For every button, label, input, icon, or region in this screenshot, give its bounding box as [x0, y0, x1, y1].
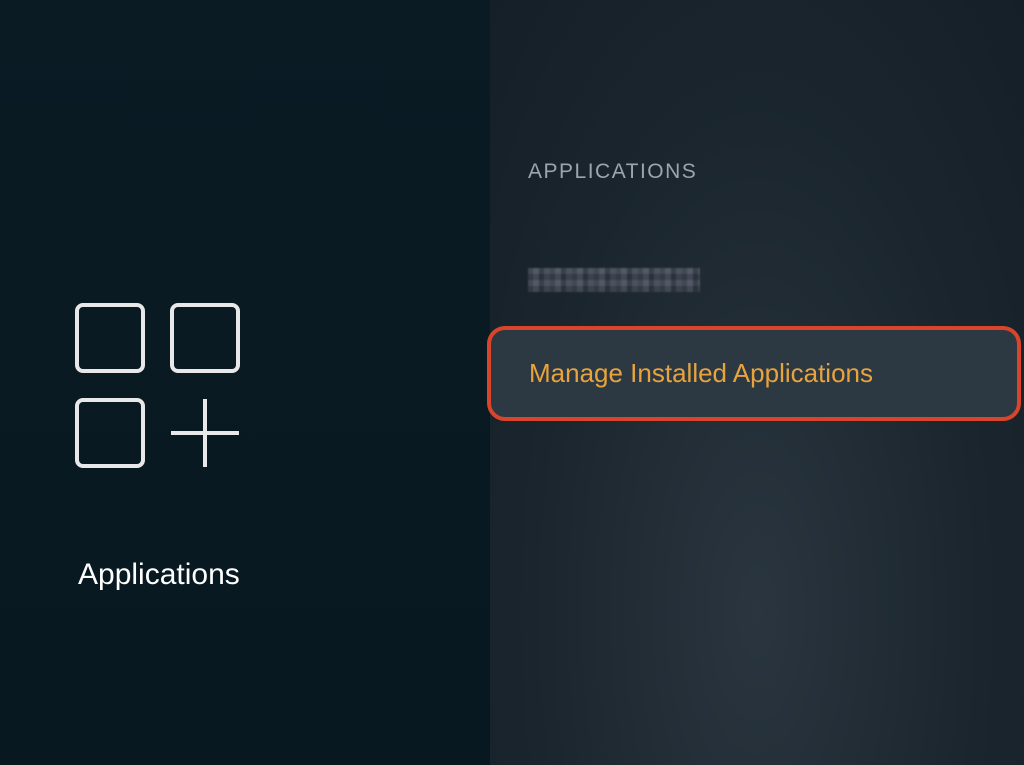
app-square-icon: [75, 398, 145, 468]
section-header: APPLICATIONS: [490, 160, 1024, 184]
menu-item-manage-installed-applications[interactable]: Manage Installed Applications: [487, 326, 1021, 421]
app-square-icon: [75, 303, 145, 373]
category-panel: Applications: [0, 0, 490, 765]
settings-list-panel: APPLICATIONS Manage Installed Applicatio…: [490, 0, 1024, 765]
menu-item-label: Manage Installed Applications: [529, 358, 873, 388]
menu-item-obscured[interactable]: [490, 254, 1024, 326]
app-square-icon: [170, 303, 240, 373]
plus-icon: [170, 398, 240, 468]
category-title: Applications: [78, 558, 240, 592]
applications-icon: [75, 303, 250, 478]
redacted-text: [528, 268, 700, 292]
